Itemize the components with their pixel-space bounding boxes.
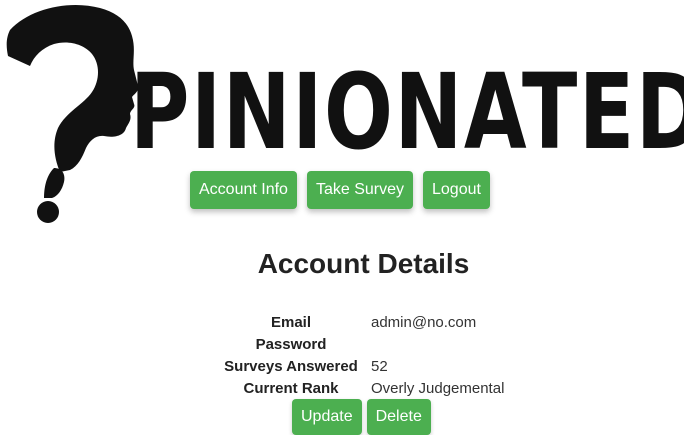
current-rank-row: Current Rank Overly Judgemental bbox=[214, 378, 507, 400]
logout-button[interactable]: Logout bbox=[423, 171, 490, 209]
password-label: Password bbox=[255, 336, 327, 353]
email-row: Email admin@no.com bbox=[214, 312, 507, 334]
account-details-table: Email admin@no.com Password Surveys Answ… bbox=[214, 312, 507, 400]
email-label: Email bbox=[270, 314, 312, 331]
page: PINIONATED Account Info Take Survey Logo… bbox=[0, 0, 684, 435]
current-rank-label: Current Rank bbox=[243, 380, 339, 397]
password-row: Password bbox=[214, 334, 507, 356]
surveys-answered-row: Surveys Answered 52 bbox=[214, 356, 507, 378]
delete-button[interactable]: Delete bbox=[366, 399, 431, 435]
main-nav: Account Info Take Survey Logout bbox=[190, 171, 490, 209]
password-value bbox=[368, 334, 507, 356]
page-title: Account Details bbox=[257, 248, 470, 279]
update-button[interactable]: Update bbox=[292, 399, 362, 435]
account-info-button[interactable]: Account Info bbox=[190, 171, 297, 209]
surveys-answered-value: 52 bbox=[371, 358, 388, 375]
question-mark-head-profile-icon bbox=[6, 4, 139, 223]
account-actions: Update Delete bbox=[292, 399, 431, 435]
logo-text: PINIONATED bbox=[130, 51, 684, 173]
current-rank-value: Overly Judgemental bbox=[371, 380, 505, 397]
take-survey-button[interactable]: Take Survey bbox=[306, 171, 413, 209]
logo-wordmark: PINIONATED bbox=[130, 56, 684, 168]
surveys-answered-label: Surveys Answered bbox=[224, 358, 358, 375]
email-value: admin@no.com bbox=[371, 314, 477, 331]
